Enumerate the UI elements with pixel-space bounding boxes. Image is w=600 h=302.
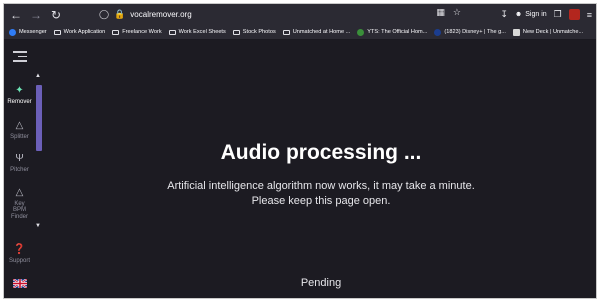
folder-icon xyxy=(232,29,240,35)
bookmark-label: Freelance Work xyxy=(122,29,162,35)
folder-icon xyxy=(53,29,61,35)
splitter-icon: △ xyxy=(15,120,24,131)
bookmark-label: YTS: The Official Hom... xyxy=(367,29,428,35)
menu-icon[interactable]: ≡ xyxy=(587,10,592,20)
tuning-fork-icon: Ψ xyxy=(15,153,24,164)
deck-icon xyxy=(512,28,520,36)
bookmark-label: Messenger xyxy=(19,29,47,35)
sidebar: ▲ ▼ ✦ Remover △ Splitter Ψ Pitcher △ Key… xyxy=(4,40,44,298)
url-text: vocalremover.org xyxy=(130,10,192,19)
sidebar-item-pitcher[interactable]: Ψ Pitcher xyxy=(4,153,35,173)
address-bar-actions: ▦ ☆ xyxy=(436,7,461,18)
reload-icon[interactable]: ↻ xyxy=(48,7,64,23)
main-content: Audio processing ... Artificial intellig… xyxy=(44,40,596,298)
bookmark-messenger[interactable]: Messenger xyxy=(9,28,47,36)
bookmark-work-excel-sheets[interactable]: Work Excel Sheets xyxy=(168,29,226,35)
bookmark-label: New Deck | Unmatche... xyxy=(522,29,584,35)
sidebar-item-key-bpm-finder[interactable]: △ Key BPM Finder xyxy=(4,187,35,221)
account-icon: ☻ xyxy=(514,11,523,18)
sign-in-button[interactable]: ☻ Sign in xyxy=(515,11,547,18)
processing-title: Audio processing ... xyxy=(220,141,422,164)
app-area: ▲ ▼ ✦ Remover △ Splitter Ψ Pitcher △ Key… xyxy=(4,40,596,298)
sidebar-item-remover[interactable]: ✦ Remover xyxy=(4,85,35,105)
yts-icon xyxy=(357,28,365,36)
bookmark-unmatched-at-home[interactable]: Unmatched at Home ... xyxy=(282,29,351,35)
status-text: Pending xyxy=(300,277,342,289)
browser-toolbar: ← → ↻ ◯ 🔒 vocalremover.org ▦ ☆ ↧ ☻ Sign … xyxy=(4,4,596,25)
bookmark-label: (1823) Disney+ | The g... xyxy=(444,29,506,35)
toolbar-actions: ↧ ☻ Sign in ❐ ≡ xyxy=(500,6,592,23)
back-arrow-icon[interactable]: ← xyxy=(8,7,24,23)
folder-icon xyxy=(282,29,290,35)
bookmark-label: Stock Photos xyxy=(242,29,276,35)
sidebar-item-support[interactable]: ❓ Support xyxy=(4,244,35,264)
sidebar-item-label: Pitcher xyxy=(10,166,29,173)
disney-icon xyxy=(434,28,442,36)
bookmark-yts[interactable]: YTS: The Official Hom... xyxy=(357,28,428,36)
extension-red-icon[interactable] xyxy=(568,9,580,20)
bookmark-star-icon[interactable]: ☆ xyxy=(453,7,461,18)
bookmark-work-application[interactable]: Work Application xyxy=(53,29,106,35)
address-bar[interactable]: ◯ 🔒 vocalremover.org xyxy=(99,7,449,22)
forward-arrow-icon[interactable]: → xyxy=(28,7,44,23)
bookmark-label: Unmatched at Home ... xyxy=(292,29,351,35)
hamburger-menu-icon[interactable] xyxy=(13,51,27,65)
sidebar-item-label-line1: Key xyxy=(14,200,25,207)
bookmark-label: Work Excel Sheets xyxy=(178,29,226,35)
bookmark-new-deck[interactable]: New Deck | Unmatche... xyxy=(512,28,584,36)
extensions-icon[interactable]: ❐ xyxy=(554,9,562,20)
scroll-up-arrow-icon[interactable]: ▲ xyxy=(35,73,41,79)
sidebar-item-label: Splitter xyxy=(10,133,29,140)
shield-icon: ◯ xyxy=(99,9,110,19)
sign-in-label: Sign in xyxy=(525,11,547,18)
download-icon[interactable]: ↧ xyxy=(500,9,508,20)
sidebar-item-label: Remover xyxy=(7,98,32,105)
bookmark-freelance-work[interactable]: Freelance Work xyxy=(112,29,162,35)
sidebar-item-label-line2: BPM xyxy=(12,207,26,214)
sidebar-item-label-line3: Finder xyxy=(10,214,28,221)
sidebar-scrollbar-thumb[interactable] xyxy=(36,85,42,151)
bookmark-disney[interactable]: (1823) Disney+ | The g... xyxy=(434,28,506,36)
bookmark-label: Work Application xyxy=(63,29,106,35)
bookmarks-bar: Messenger Work Application Freelance Wor… xyxy=(4,25,596,40)
sidebar-item-label: Support xyxy=(8,257,30,264)
processing-description: Artificial intelligence algorithm now wo… xyxy=(167,180,475,192)
scroll-down-arrow-icon[interactable]: ▼ xyxy=(35,223,41,229)
folder-icon xyxy=(112,29,120,35)
remover-icon: ✦ xyxy=(15,85,24,96)
bookmark-stock-photos[interactable]: Stock Photos xyxy=(232,29,276,35)
metronome-icon: △ xyxy=(15,187,24,198)
folder-icon xyxy=(168,29,176,35)
language-selector[interactable] xyxy=(4,278,35,291)
keep-page-open-note: Please keep this page open. xyxy=(251,195,391,207)
sidebar-item-splitter[interactable]: △ Splitter xyxy=(4,120,35,140)
help-icon: ❓ xyxy=(13,244,26,255)
reader-view-icon[interactable]: ▦ xyxy=(436,7,445,18)
browser-window: ← → ↻ ◯ 🔒 vocalremover.org ▦ ☆ ↧ ☻ Sign … xyxy=(3,3,597,299)
uk-flag-icon xyxy=(11,278,28,289)
lock-icon: 🔒 xyxy=(114,9,126,19)
messenger-icon xyxy=(9,28,16,36)
